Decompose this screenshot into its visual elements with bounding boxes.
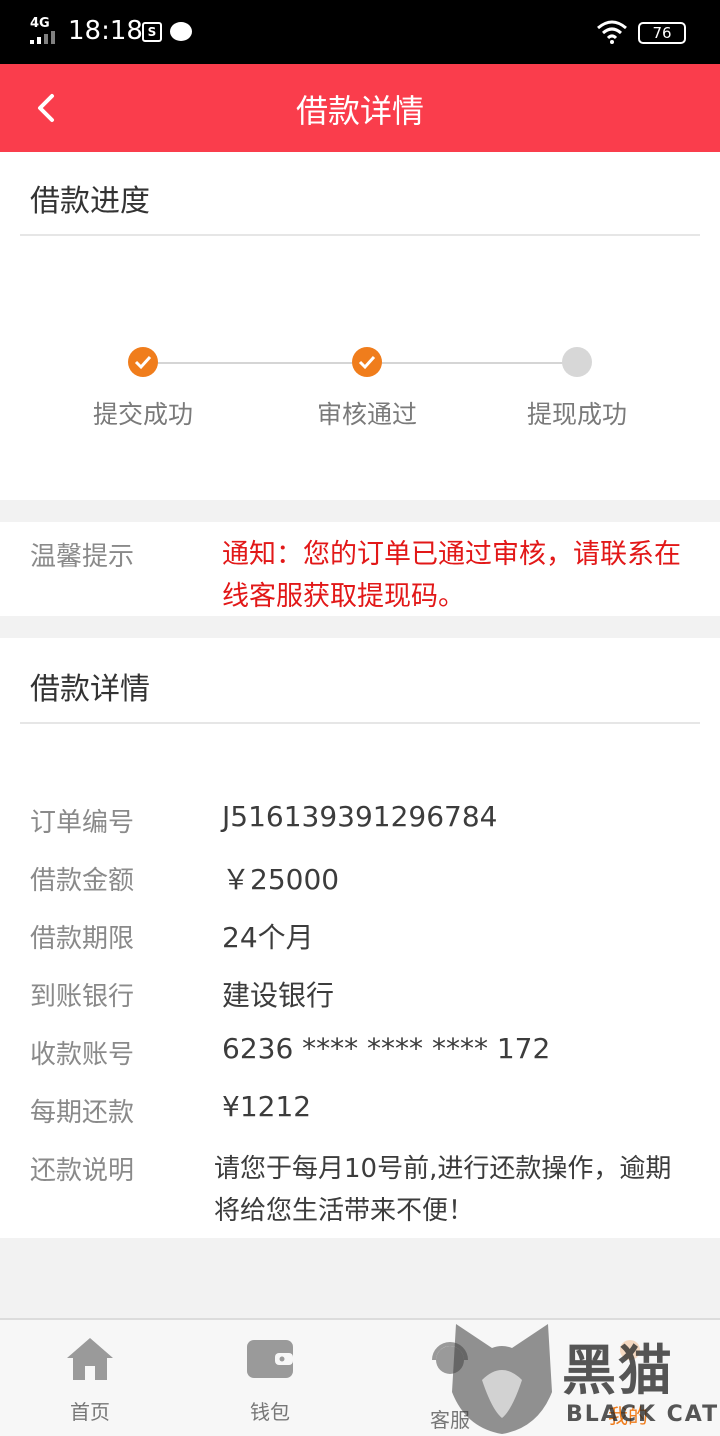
app-notification-icon: S — [142, 22, 162, 42]
progress-title: 借款进度 — [30, 184, 150, 219]
step-label-withdrawn: 提现成功 — [526, 400, 627, 429]
wallet-icon — [247, 1340, 293, 1378]
step-dot-withdrawn — [562, 347, 592, 377]
order-number-label: 订单编号 — [30, 808, 135, 838]
page-title: 借款详情 — [295, 92, 424, 130]
progress-track-2 — [381, 362, 577, 364]
watermark-text: 黑猫 — [562, 1339, 674, 1402]
repay-note-value: 请您于每月10号前,进行还款操作，逾期将给您生活带来不便！ — [214, 1154, 672, 1226]
account-value: 6236 **** **** **** 172 — [222, 1032, 551, 1065]
account-label: 收款账号 — [30, 1040, 135, 1070]
details-divider — [20, 722, 700, 724]
bank-label: 到账银行 — [30, 982, 135, 1012]
battery-icon: 76 — [638, 22, 686, 44]
step-dot-submitted — [128, 347, 158, 377]
progress-divider — [20, 234, 700, 236]
chat-notification-icon — [170, 22, 192, 41]
home-icon — [67, 1338, 113, 1380]
watermark-subtext: BLACK CAT — [566, 1402, 720, 1427]
customer-service-icon — [432, 1342, 468, 1374]
status-time: 18:18 — [68, 16, 143, 46]
progress-track-1 — [157, 362, 367, 364]
tab-home[interactable]: 首页 — [0, 1320, 180, 1436]
check-icon — [134, 355, 152, 370]
tab-customer-service[interactable]: 客服 — [360, 1320, 540, 1436]
network-type: 4G — [30, 16, 50, 31]
loan-term-label: 借款期限 — [30, 924, 135, 954]
notice-text: 通知：您的订单已通过审核，请联系在线客服获取提现码。 — [222, 539, 681, 612]
wifi-icon — [597, 20, 627, 44]
nav-header: 借款详情 — [0, 64, 720, 152]
tab-home-label: 首页 — [70, 1400, 110, 1424]
loan-amount-value: ￥25000 — [222, 863, 340, 896]
status-bar: 4G 18:18 S 76 — [0, 0, 720, 64]
order-number-value: J516139391296784 — [222, 800, 498, 833]
details-title: 借款详情 — [30, 672, 150, 707]
notice-label: 温馨提示 — [30, 542, 135, 572]
tab-customer-service-label: 客服 — [430, 1408, 470, 1432]
check-icon — [358, 355, 376, 370]
tab-wallet[interactable]: 钱包 — [180, 1320, 360, 1436]
tab-wallet-label: 钱包 — [250, 1400, 290, 1424]
repay-note-label: 还款说明 — [30, 1156, 135, 1186]
loan-term-value: 24个月 — [222, 921, 314, 954]
signal-icon — [30, 31, 60, 44]
loan-amount-label: 借款金额 — [30, 866, 135, 896]
step-dot-approved — [352, 347, 382, 377]
bank-value: 建设银行 — [222, 979, 335, 1012]
step-label-approved: 审核通过 — [316, 400, 417, 429]
step-label-submitted: 提交成功 — [92, 400, 193, 429]
installment-value: ¥1212 — [222, 1090, 312, 1123]
installment-label: 每期还款 — [30, 1098, 135, 1128]
